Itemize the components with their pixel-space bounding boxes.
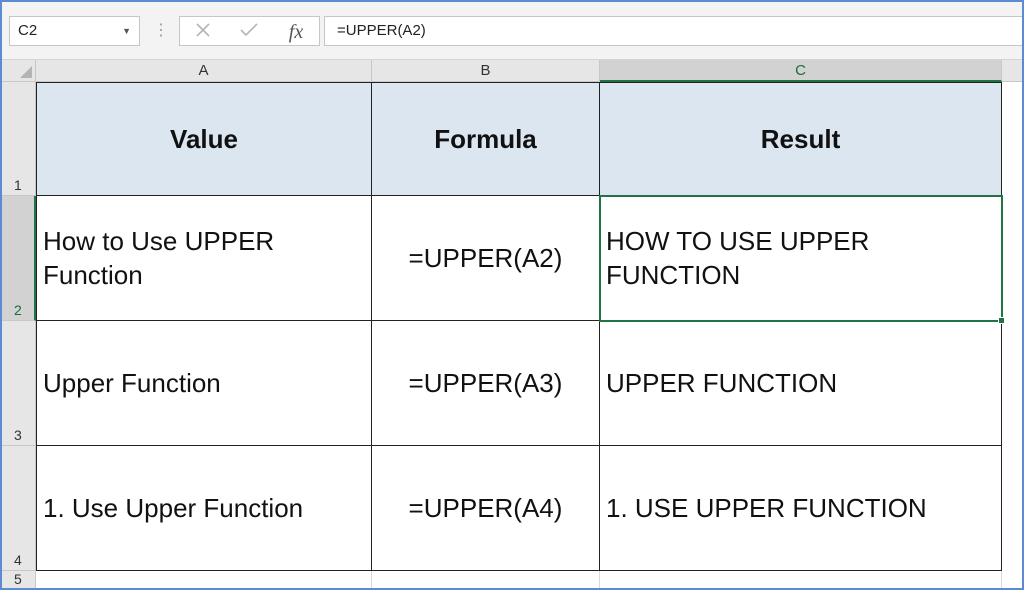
formula-buttons: fx	[179, 16, 320, 46]
insert-function-icon[interactable]: fx	[284, 20, 308, 44]
cell-b3[interactable]: =UPPER(A3)	[372, 321, 600, 446]
column-header-a[interactable]: A	[36, 60, 372, 82]
formula-bar-grip[interactable]: ⋮	[153, 19, 169, 43]
spreadsheet-grid: A B C 1 2 3 4 5 Value Formula Result How…	[0, 60, 1024, 590]
row-header-5[interactable]: 5	[0, 571, 36, 590]
chevron-down-icon[interactable]: ▼	[122, 17, 131, 45]
row-header-4[interactable]: 4	[0, 446, 36, 571]
cell-c1[interactable]: Result	[600, 82, 1002, 196]
name-box-value: C2	[18, 22, 38, 39]
cell-b2[interactable]: =UPPER(A2)	[372, 196, 600, 321]
cell-a1[interactable]: Value	[36, 82, 372, 196]
checkmark-icon[interactable]	[238, 20, 260, 44]
cell-c2-active[interactable]: HOW TO USE UPPER FUNCTION	[599, 195, 1003, 322]
select-all-button[interactable]	[0, 60, 36, 82]
row-header-3[interactable]: 3	[0, 321, 36, 446]
row-header-1[interactable]: 1	[0, 82, 36, 196]
formula-input[interactable]: =UPPER(A2)	[324, 16, 1023, 46]
cell-a3[interactable]: Upper Function	[36, 321, 372, 446]
row-header-2[interactable]: 2	[0, 196, 36, 321]
cell-a2[interactable]: How to Use UPPER Function	[36, 196, 372, 321]
cell-c4[interactable]: 1. USE UPPER FUNCTION	[600, 446, 1002, 571]
name-box[interactable]: C2 ▼	[9, 16, 140, 46]
column-header-b[interactable]: B	[372, 60, 600, 82]
column-header-c[interactable]: C	[600, 60, 1002, 82]
formula-bar: C2 ▼ ⋮ fx =UPPER(A2)	[0, 0, 1024, 60]
cell-a5[interactable]	[36, 571, 372, 590]
column-header-d[interactable]	[1002, 60, 1024, 82]
cell-c3[interactable]: UPPER FUNCTION	[600, 321, 1002, 446]
cancel-icon[interactable]	[192, 20, 214, 44]
cell-b1[interactable]: Formula	[372, 82, 600, 196]
column-d-cells[interactable]	[1002, 82, 1024, 590]
cell-c5[interactable]	[600, 571, 1002, 590]
fill-handle[interactable]	[998, 317, 1005, 324]
cell-a4[interactable]: 1. Use Upper Function	[36, 446, 372, 571]
cell-b5[interactable]	[372, 571, 600, 590]
select-all-triangle-icon	[20, 66, 32, 78]
cell-b4[interactable]: =UPPER(A4)	[372, 446, 600, 571]
